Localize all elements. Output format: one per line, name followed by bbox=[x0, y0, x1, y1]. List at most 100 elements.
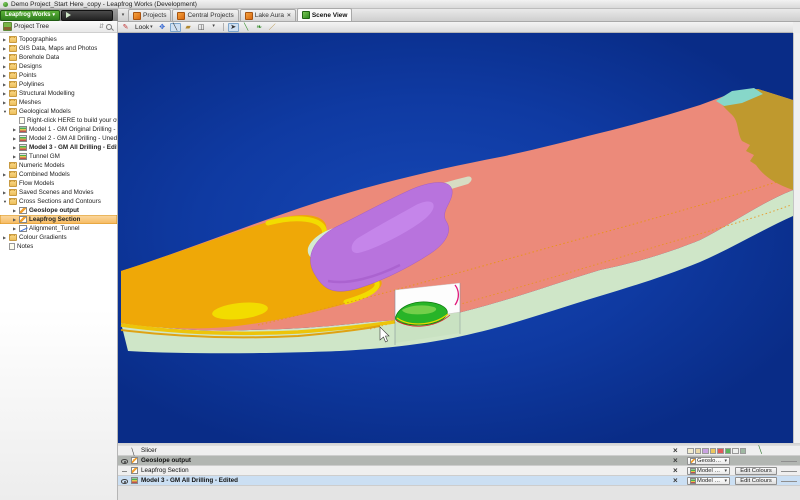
opacity-slider[interactable] bbox=[781, 481, 797, 482]
tree-item-label: Saved Scenes and Movies bbox=[19, 189, 94, 196]
remove-icon[interactable]: × bbox=[673, 447, 678, 455]
tree-item-label: Flow Models bbox=[19, 180, 54, 187]
section-model-dropdown[interactable]: Model … bbox=[687, 467, 730, 475]
edit-colours-button[interactable]: Edit Colours bbox=[735, 467, 777, 475]
tree-item-points[interactable]: Points bbox=[0, 71, 117, 80]
edit-colours-button[interactable]: Edit Colours bbox=[735, 477, 777, 485]
remove-icon[interactable]: × bbox=[673, 457, 678, 465]
tree-item-flow-models[interactable]: Flow Models bbox=[0, 179, 117, 188]
tab-projects[interactable]: Projects bbox=[128, 9, 171, 21]
opacity-slider[interactable] bbox=[781, 461, 797, 462]
slicer-mode-icon[interactable] bbox=[740, 448, 747, 455]
project-tree-header: Project Tree ⇵ bbox=[0, 21, 117, 33]
tree-item-alignment-tunnel[interactable]: Alignment_Tunnel bbox=[0, 224, 117, 233]
paint-tool-icon[interactable]: ✎ bbox=[120, 23, 131, 32]
shape-row-geoslope-output[interactable]: Geoslope output × Geoslo… bbox=[118, 456, 800, 466]
pencil-tool-icon[interactable]: ／ bbox=[267, 23, 278, 32]
shape-row-label: Model 3 - GM All Drilling - Edited bbox=[141, 477, 238, 484]
tree-item-colour-gradients[interactable]: Colour Gradients bbox=[0, 233, 117, 242]
tree-item-model-3[interactable]: Model 3 - GM All Drilling - Edited bbox=[0, 143, 117, 152]
tree-item-designs[interactable]: Designs bbox=[0, 62, 117, 71]
split-view-icon[interactable]: ◫ bbox=[196, 23, 207, 32]
shape-row-model-3[interactable]: Model 3 - GM All Drilling - Edited × Mod… bbox=[118, 476, 800, 486]
tree-item-leapfrog-section[interactable]: Leapfrog Section bbox=[0, 215, 117, 224]
tree-item-geological-models[interactable]: Geological Models bbox=[0, 107, 117, 116]
geoslope-display-dropdown[interactable]: Geoslo… bbox=[687, 457, 730, 465]
geological-model-icon bbox=[690, 478, 696, 484]
tree-item-polylines[interactable]: Polylines bbox=[0, 80, 117, 89]
tab-lake-aura[interactable]: Lake Aura bbox=[240, 9, 296, 21]
remove-icon[interactable]: × bbox=[673, 467, 678, 475]
note-icon bbox=[9, 243, 15, 250]
geological-model-icon bbox=[19, 135, 27, 142]
alignment-icon bbox=[19, 225, 27, 232]
tree-item-model-2[interactable]: Model 2 - GM All Drilling - Unedited bbox=[0, 134, 117, 143]
slicer-mode-icon[interactable] bbox=[717, 448, 724, 455]
visibility-eye-icon[interactable] bbox=[121, 459, 128, 464]
slicer-tool-icon[interactable]: ╲ bbox=[170, 23, 181, 32]
tree-item-notes[interactable]: Notes bbox=[0, 242, 117, 251]
tree-item-tunnel-gm[interactable]: Tunnel GM bbox=[0, 152, 117, 161]
look-dropdown[interactable]: Look bbox=[133, 24, 155, 31]
folder-icon bbox=[9, 54, 17, 61]
tree-item-structural-modelling[interactable]: Structural Modelling bbox=[0, 89, 117, 98]
tree-item-label: Meshes bbox=[19, 99, 41, 106]
tree-item-label: Model 1 - GM Original Drilling - Unedite… bbox=[29, 126, 117, 133]
slope-tool-icon[interactable]: ╲ bbox=[757, 446, 762, 455]
remove-icon[interactable]: × bbox=[673, 477, 678, 485]
split-view-dropdown[interactable]: ▾ bbox=[209, 23, 219, 32]
slicer-mode-icon[interactable] bbox=[695, 448, 702, 455]
leapfrog-works-menu-button[interactable]: Leapfrog Works bbox=[0, 10, 60, 21]
draw-line-icon[interactable]: ╲ bbox=[241, 23, 252, 32]
shape-row-leapfrog-section[interactable]: Leapfrog Section × Model … Edit Colours bbox=[118, 466, 800, 476]
slicer-mode-icon[interactable] bbox=[702, 448, 709, 455]
tree-item-build-gm-hint[interactable]: Right-click HERE to build your own GM bbox=[0, 116, 117, 125]
tree-item-numeric-models[interactable]: Numeric Models bbox=[0, 161, 117, 170]
tree-item-geoslope-output[interactable]: Geoslope output bbox=[0, 206, 117, 215]
close-tab-icon[interactable] bbox=[286, 12, 291, 19]
tree-item-gis-data[interactable]: GIS Data, Maps and Photos bbox=[0, 44, 117, 53]
select-cursor-icon[interactable]: ➤ bbox=[228, 23, 239, 32]
visibility-eye-icon[interactable] bbox=[121, 479, 128, 484]
play-button[interactable] bbox=[61, 10, 113, 21]
opacity-slider[interactable] bbox=[781, 471, 797, 472]
window-title: Demo Project_Start Here_copy - Leapfrog … bbox=[11, 1, 197, 8]
search-icon[interactable] bbox=[106, 24, 112, 30]
shape-row-label: Slicer bbox=[141, 447, 157, 454]
tab-label: Lake Aura bbox=[255, 12, 284, 19]
edit-colours-label: Edit Colours bbox=[740, 468, 772, 474]
plant-tool-icon[interactable]: ❧ bbox=[254, 23, 265, 32]
projects-icon bbox=[133, 12, 141, 20]
tab-central-projects[interactable]: Central Projects bbox=[172, 9, 238, 21]
project-tree-panel: Project Tree ⇵ Topographies GIS Data, Ma… bbox=[0, 21, 118, 500]
geological-model-icon bbox=[19, 144, 27, 151]
tab-list-dropdown[interactable]: ▾ bbox=[118, 12, 128, 21]
slicer-mode-icon[interactable] bbox=[710, 448, 717, 455]
tree-item-label: Points bbox=[19, 72, 37, 79]
slicer-mode-icon[interactable] bbox=[687, 448, 694, 455]
tree-item-model-1[interactable]: Model 1 - GM Original Drilling - Unedite… bbox=[0, 125, 117, 134]
tree-item-label: Geoslope output bbox=[29, 207, 79, 214]
pan-tool-icon[interactable]: ✥ bbox=[157, 23, 168, 32]
tree-item-borehole-data[interactable]: Borehole Data bbox=[0, 53, 117, 62]
slicer-mode-icon[interactable] bbox=[725, 448, 732, 455]
tab-scene-view[interactable]: Scene View bbox=[297, 8, 353, 21]
slicer-mode-icon[interactable] bbox=[732, 448, 739, 455]
tree-item-saved-scenes[interactable]: Saved Scenes and Movies bbox=[0, 188, 117, 197]
section-icon bbox=[131, 457, 138, 464]
tab-label: Projects bbox=[143, 12, 166, 19]
tree-item-meshes[interactable]: Meshes bbox=[0, 98, 117, 107]
sort-icon[interactable]: ⇵ bbox=[99, 23, 104, 30]
visibility-dash-icon[interactable] bbox=[122, 471, 127, 472]
folder-icon bbox=[9, 180, 17, 187]
scene-3d-viewport[interactable] bbox=[118, 33, 793, 443]
tree-item-combined-models[interactable]: Combined Models bbox=[0, 170, 117, 179]
slicer-mode-icons[interactable] bbox=[687, 448, 746, 455]
tree-item-cross-sections[interactable]: Cross Sections and Contours bbox=[0, 197, 117, 206]
shape-row-slicer[interactable]: ╲ Slicer × ╲ bbox=[118, 446, 800, 456]
tree-item-label: Borehole Data bbox=[19, 54, 59, 61]
title-bar: Demo Project_Start Here_copy - Leapfrog … bbox=[0, 0, 800, 9]
model-display-dropdown[interactable]: Model … bbox=[687, 477, 730, 485]
tree-item-topographies[interactable]: Topographies bbox=[0, 35, 117, 44]
ruler-tool-icon[interactable]: ▰ bbox=[183, 23, 194, 32]
